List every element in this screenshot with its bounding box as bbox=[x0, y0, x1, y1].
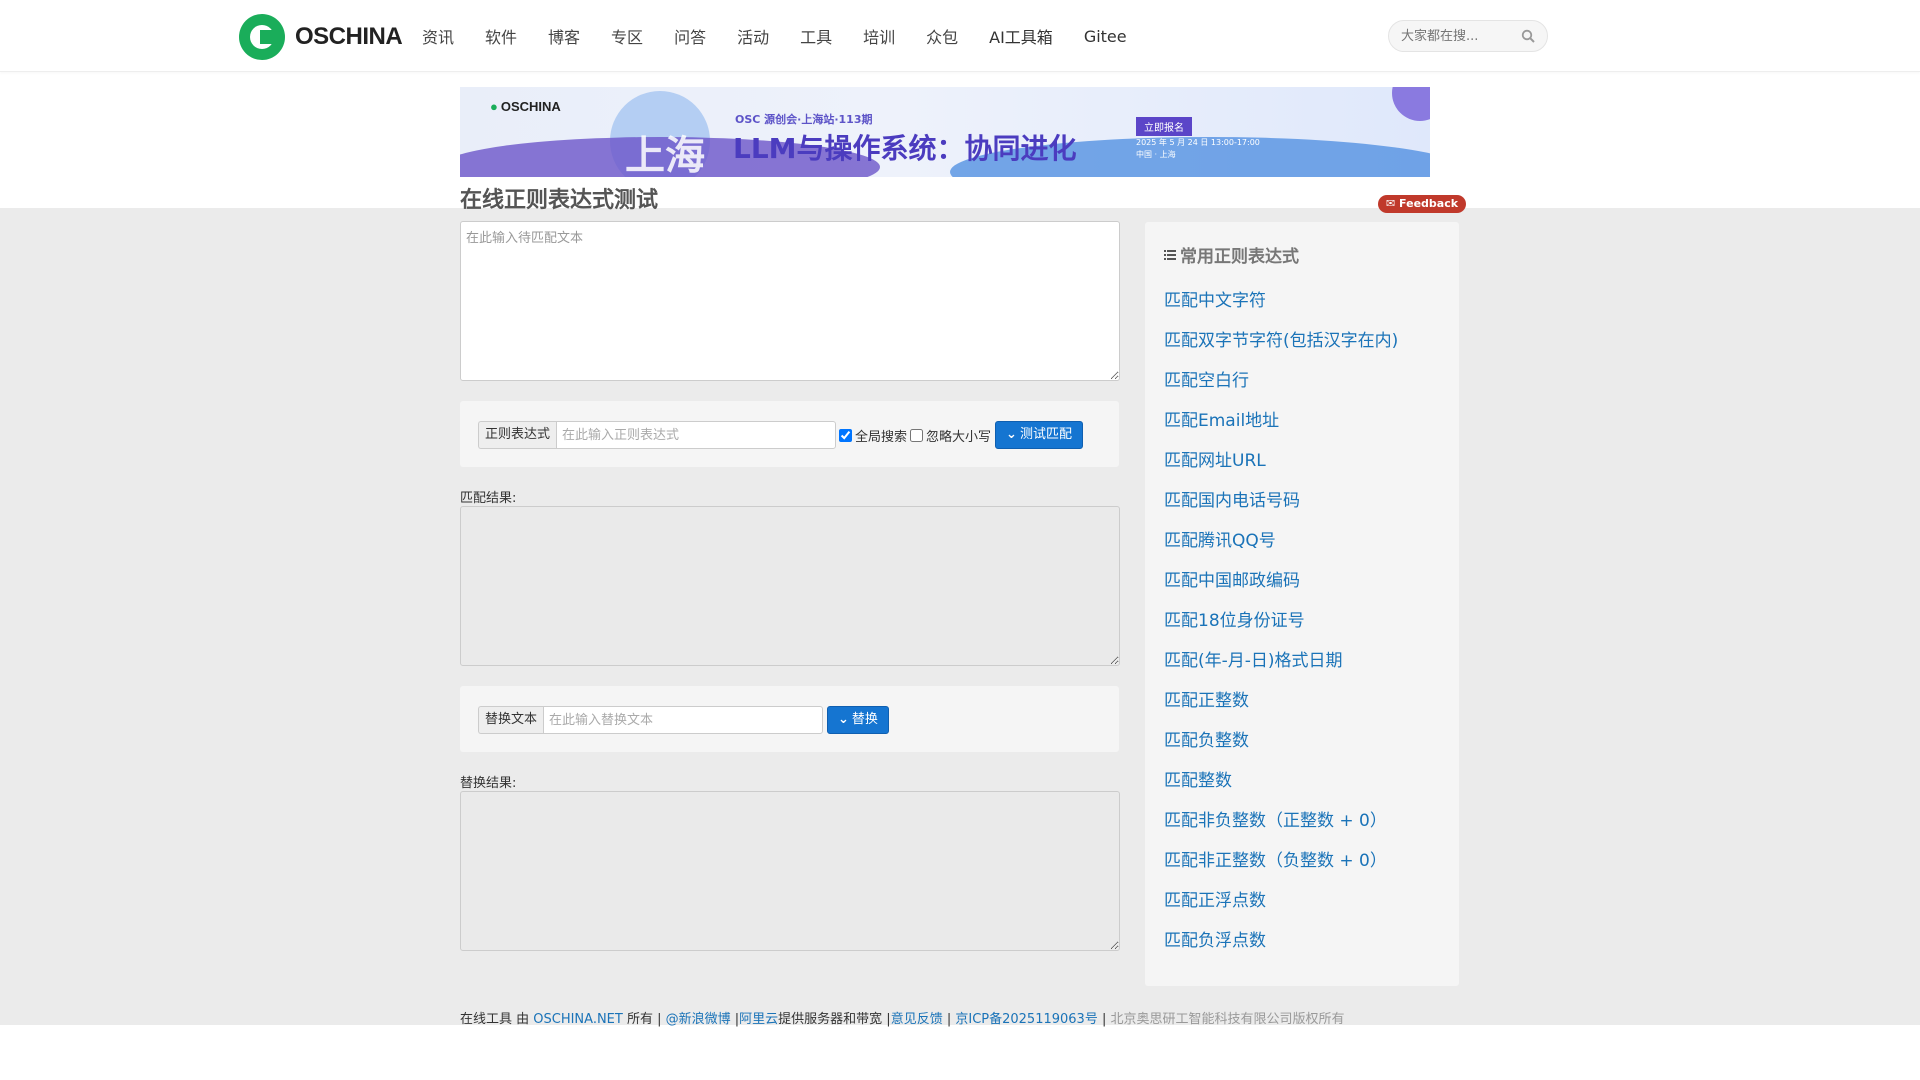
search-input[interactable] bbox=[1401, 21, 1511, 51]
nav-item-crowdsourcing[interactable]: 众包 bbox=[926, 24, 958, 48]
global-search-option[interactable]: 全局搜索 bbox=[839, 426, 907, 445]
regex-preset-link[interactable]: 匹配网址URL bbox=[1164, 446, 1398, 486]
logo-text: OSCHINA bbox=[295, 23, 403, 50]
footer-copyright: 北京奥思研工智能科技有限公司版权所有 bbox=[1110, 1012, 1345, 1027]
regex-preset-link[interactable]: 匹配非负整数（正整数 + 0） bbox=[1164, 806, 1398, 846]
replace-result-output[interactable] bbox=[460, 791, 1120, 951]
regex-preset-link[interactable]: 匹配负整数 bbox=[1164, 726, 1398, 766]
footer-feedback-link[interactable]: 意见反馈 bbox=[891, 1012, 943, 1027]
regex-preset-link[interactable]: 匹配腾讯QQ号 bbox=[1164, 526, 1398, 566]
regex-preset-link[interactable]: 匹配非正整数（负整数 + 0） bbox=[1164, 846, 1398, 886]
regex-preset-link[interactable]: 匹配正浮点数 bbox=[1164, 886, 1398, 926]
nav-item-events[interactable]: 活动 bbox=[737, 24, 769, 48]
footer-weibo-link[interactable]: @新浪微博 bbox=[666, 1012, 731, 1027]
nav-item-gitee[interactable]: Gitee bbox=[1084, 27, 1127, 46]
chevron-down-icon: ⌄ bbox=[1006, 427, 1017, 442]
regex-preset-link[interactable]: 匹配中国邮政编码 bbox=[1164, 566, 1398, 606]
sidebar-title-text: 常用正则表达式 bbox=[1180, 247, 1299, 267]
regex-preset-list: 匹配中文字符 匹配双字节字符(包括汉字在内) 匹配空白行 匹配Email地址 匹… bbox=[1164, 286, 1398, 966]
banner-decoration bbox=[1392, 87, 1430, 121]
page-title: 在线正则表达式测试 bbox=[460, 188, 659, 213]
regex-toolbar: 正则表达式 全局搜索 忽略大小写 ⌄测试匹配 bbox=[460, 401, 1119, 467]
banner-date: 2025 年 5 月 24 日 13:00-17:00 中国 · 上海 bbox=[1136, 137, 1260, 161]
banner-location-line: 中国 · 上海 bbox=[1136, 150, 1176, 159]
global-search-label: 全局搜索 bbox=[855, 429, 908, 445]
main-nav: 资讯 软件 博客 专区 问答 活动 工具 培训 众包 AI工具箱 Gitee bbox=[422, 0, 1158, 72]
footer-prefix: 在线工具 由 bbox=[460, 1012, 534, 1027]
nav-item-blog[interactable]: 博客 bbox=[548, 24, 580, 48]
match-text-input[interactable] bbox=[460, 221, 1120, 381]
footer-oschina-link[interactable]: OSCHINA.NET bbox=[533, 1012, 623, 1027]
event-banner[interactable]: OSCHINA 上海 OSC 源创会·上海站·113期 LLM与操作系统：协同进… bbox=[460, 87, 1430, 177]
match-result-output[interactable] bbox=[460, 506, 1120, 666]
ignore-case-checkbox[interactable] bbox=[910, 428, 924, 442]
nav-item-news[interactable]: 资讯 bbox=[422, 24, 454, 48]
replace-button-label: 替换 bbox=[851, 712, 878, 727]
regex-preset-link[interactable]: 匹配双字节字符(包括汉字在内) bbox=[1164, 326, 1398, 366]
nav-item-training[interactable]: 培训 bbox=[863, 24, 895, 48]
list-icon bbox=[1164, 249, 1176, 260]
match-result-label: 匹配结果: bbox=[460, 491, 517, 506]
oschina-logo[interactable]: OSCHINA bbox=[239, 14, 403, 60]
banner-subtitle: OSC 源创会·上海站·113期 bbox=[735, 113, 873, 126]
footer-separator: | bbox=[942, 1012, 956, 1027]
nav-item-software[interactable]: 软件 bbox=[485, 24, 517, 48]
banner-register-button[interactable]: 立即报名 bbox=[1136, 117, 1192, 136]
replace-button[interactable]: ⌄ 替换 bbox=[827, 706, 889, 734]
replace-toolbar: 替换文本 ⌄替换 bbox=[460, 686, 1119, 752]
regex-preset-link[interactable]: 匹配Email地址 bbox=[1164, 406, 1398, 446]
footer-aliyun-link[interactable]: 阿里云 bbox=[739, 1012, 778, 1027]
banner-city: 上海 bbox=[625, 133, 705, 177]
chevron-down-icon: ⌄ bbox=[838, 712, 849, 727]
regex-preset-link[interactable]: 匹配空白行 bbox=[1164, 366, 1398, 406]
regex-label: 正则表达式 bbox=[478, 421, 557, 449]
nav-item-tools[interactable]: 工具 bbox=[800, 24, 832, 48]
nav-item-zone[interactable]: 专区 bbox=[611, 24, 643, 48]
regex-preset-link[interactable]: 匹配18位身份证号 bbox=[1164, 606, 1398, 646]
oschina-logo-icon bbox=[239, 14, 285, 60]
replace-input-group: 替换文本 ⌄替换 bbox=[478, 706, 889, 734]
replace-result-label: 替换结果: bbox=[460, 776, 517, 791]
nav-item-ai-toolbox[interactable]: AI工具箱 bbox=[989, 24, 1053, 48]
footer-text: 提供服务器和带宽 | bbox=[778, 1012, 891, 1027]
global-search-checkbox[interactable] bbox=[839, 428, 853, 442]
search-icon[interactable] bbox=[1521, 29, 1535, 43]
regex-preset-link[interactable]: 匹配负浮点数 bbox=[1164, 926, 1398, 966]
footer-separator: | bbox=[730, 1012, 740, 1027]
test-match-label: 测试匹配 bbox=[1019, 427, 1072, 442]
ignore-case-label: 忽略大小写 bbox=[926, 429, 992, 445]
footer-separator: | bbox=[1097, 1012, 1111, 1027]
regex-preset-link[interactable]: 匹配(年-月-日)格式日期 bbox=[1164, 646, 1398, 686]
footer-text: 所有 | bbox=[622, 1012, 666, 1027]
page-footer: 在线工具 由 OSCHINA.NET 所有 | @新浪微博 |阿里云提供服务器和… bbox=[460, 1008, 1345, 1027]
regex-preset-link[interactable]: 匹配整数 bbox=[1164, 766, 1398, 806]
banner-title: LLM与操作系统：协同进化 bbox=[733, 132, 1077, 165]
site-search bbox=[1388, 20, 1548, 52]
regex-preset-link[interactable]: 匹配国内电话号码 bbox=[1164, 486, 1398, 526]
banner-logo: OSCHINA bbox=[490, 99, 561, 114]
replace-label: 替换文本 bbox=[478, 706, 544, 734]
nav-item-qa[interactable]: 问答 bbox=[674, 24, 706, 48]
regex-input-group: 正则表达式 全局搜索 忽略大小写 ⌄测试匹配 bbox=[478, 421, 1083, 449]
banner-date-line: 2025 年 5 月 24 日 13:00-17:00 bbox=[1136, 138, 1260, 147]
regex-input[interactable] bbox=[556, 421, 837, 449]
common-regex-sidebar: 常用正则表达式 匹配中文字符 匹配双字节字符(包括汉字在内) 匹配空白行 匹配E… bbox=[1145, 222, 1459, 986]
regex-preset-link[interactable]: 匹配正整数 bbox=[1164, 686, 1398, 726]
test-match-button[interactable]: ⌄ 测试匹配 bbox=[995, 421, 1083, 449]
top-header: OSCHINA 资讯 软件 博客 专区 问答 活动 工具 培训 众包 AI工具箱… bbox=[0, 0, 1920, 72]
sidebar-title: 常用正则表达式 bbox=[1164, 242, 1299, 267]
feedback-button[interactable]: Feedback bbox=[1378, 195, 1467, 213]
replace-input[interactable] bbox=[543, 706, 824, 734]
footer-icp-link[interactable]: 京ICP备2025119063号 bbox=[955, 1012, 1097, 1027]
regex-preset-link[interactable]: 匹配中文字符 bbox=[1164, 286, 1398, 326]
ignore-case-option[interactable]: 忽略大小写 bbox=[910, 426, 991, 445]
